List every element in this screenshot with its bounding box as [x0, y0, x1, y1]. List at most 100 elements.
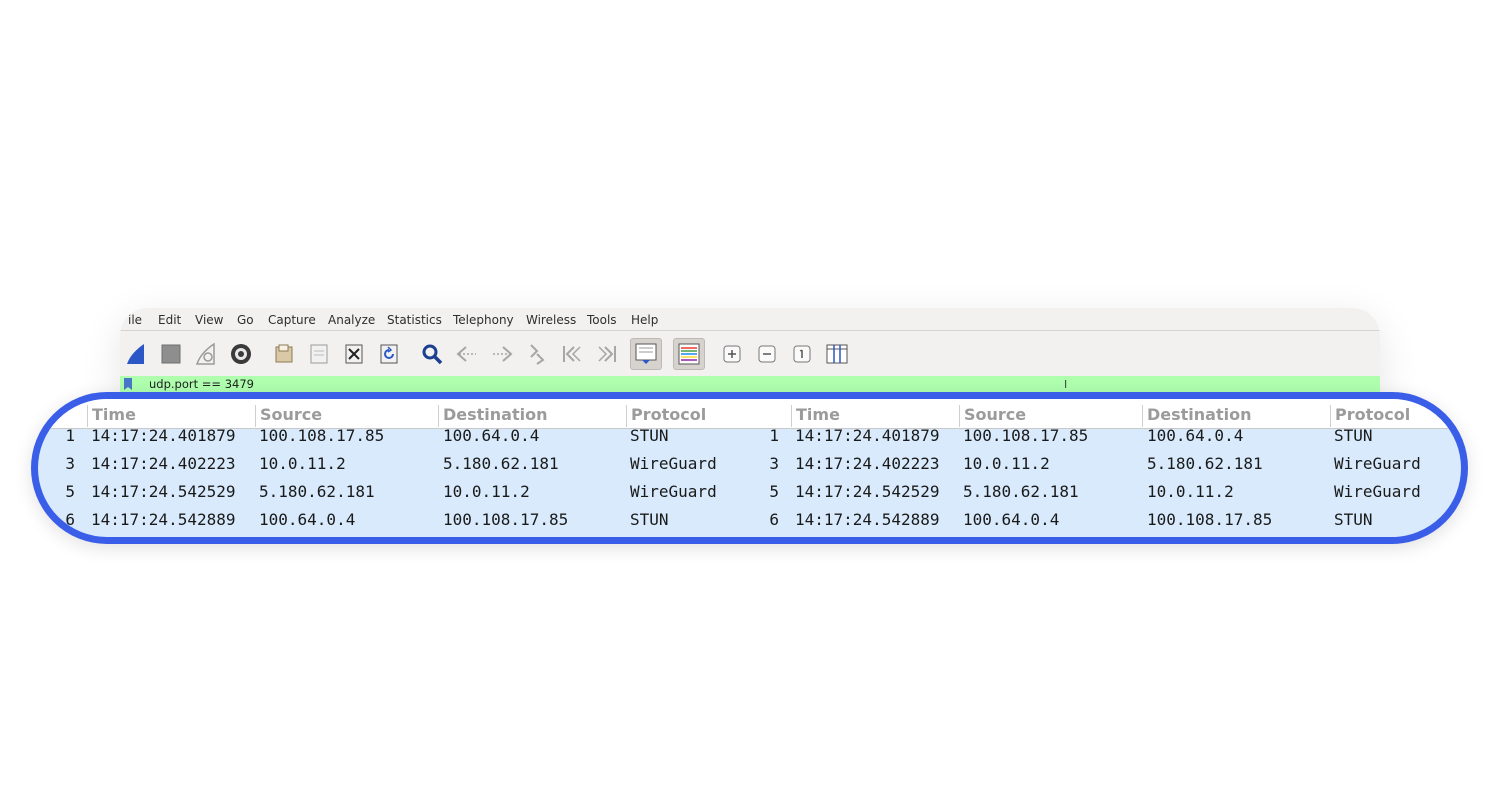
packet-destination: 100.64.0.4: [1147, 426, 1244, 445]
menu-file[interactable]: ile: [128, 313, 142, 327]
display-filter-bar[interactable]: udp.port == 3479 I: [120, 376, 1380, 392]
capture-options-gear-icon: [231, 344, 251, 364]
packet-time: 14:17:24.542529: [91, 482, 236, 501]
packet-source: 100.64.0.4: [963, 510, 1060, 529]
packet-number: 6: [769, 510, 779, 529]
menu-telephony[interactable]: Telephony: [453, 313, 514, 327]
column-header-protocol[interactable]: Protocol: [1330, 405, 1461, 427]
resize-columns-icon: [826, 344, 848, 364]
menu-help[interactable]: Help: [631, 313, 658, 327]
packet-time: 14:17:24.401879: [91, 426, 236, 445]
reload-file-button[interactable]: [373, 338, 405, 370]
go-back-button[interactable]: [451, 338, 483, 370]
save-file-button[interactable]: [303, 338, 335, 370]
packet-protocol: WireGuard: [1334, 454, 1421, 473]
packet-protocol: STUN: [630, 426, 669, 445]
colorize-button[interactable]: [673, 338, 705, 370]
packet-number: 1: [65, 426, 75, 445]
start-capture-button[interactable]: [120, 338, 152, 370]
packet-source: 100.64.0.4: [259, 510, 356, 529]
display-filter-input[interactable]: udp.port == 3479: [149, 377, 254, 391]
menu-edit[interactable]: Edit: [158, 313, 181, 327]
zoom-out-icon: [758, 345, 776, 363]
packet-source: 5.180.62.181: [963, 482, 1079, 501]
packet-time: 14:17:24.401879: [795, 426, 940, 445]
packet-source: 100.108.17.85: [259, 426, 385, 445]
column-header-destination[interactable]: Destination: [1142, 405, 1329, 427]
packet-row[interactable]: 6 14:17:24.542889 100.64.0.4 100.108.17.85 S…: [38, 509, 1461, 537]
packet-row[interactable]: 3 14:17:24.402223 10.0.11.2 5.180.62.181 Wir…: [38, 453, 1461, 481]
bookmark-icon[interactable]: [123, 377, 133, 391]
packet-number: 5: [65, 482, 75, 501]
last-packet-button[interactable]: [591, 338, 623, 370]
column-header-time[interactable]: Time: [87, 405, 254, 427]
restart-fin-icon: [195, 342, 215, 365]
restart-capture-button[interactable]: [190, 338, 222, 370]
menu-go[interactable]: Go: [237, 313, 254, 327]
packet-source: 5.180.62.181: [259, 482, 375, 501]
column-header-source[interactable]: Source: [255, 405, 438, 427]
packet-row[interactable]: 5 14:17:24.542529 5.180.62.181 10.0.11.2 Wir…: [38, 481, 1461, 509]
packet-number: 6: [65, 510, 75, 529]
column-header-destination[interactable]: Destination: [438, 405, 625, 427]
shark-fin-start-icon: [127, 344, 144, 364]
auto-scroll-button[interactable]: [630, 338, 662, 370]
first-packet-button[interactable]: [556, 338, 588, 370]
packet-source: 10.0.11.2: [259, 454, 346, 473]
menu-capture[interactable]: Capture: [268, 313, 316, 327]
last-packet-icon: [598, 346, 616, 362]
packet-destination: 100.64.0.4: [443, 426, 540, 445]
menu-analyze[interactable]: Analyze: [328, 313, 375, 327]
stop-capture-button[interactable]: [155, 338, 187, 370]
column-header-source[interactable]: Source: [959, 405, 1142, 427]
packet-number: 1: [769, 426, 779, 445]
zoom-in-button[interactable]: [716, 338, 748, 370]
packet-destination: 100.108.17.85: [1147, 510, 1273, 529]
packet-time: 14:17:24.542529: [795, 482, 940, 501]
resize-columns-button[interactable]: [821, 338, 853, 370]
find-packet-icon: [422, 344, 443, 365]
close-file-button[interactable]: [338, 338, 370, 370]
menu-statistics[interactable]: Statistics: [387, 313, 442, 327]
zoom-out-button[interactable]: [751, 338, 783, 370]
packet-source: 100.108.17.85: [963, 426, 1089, 445]
auto-scroll-icon: [635, 343, 657, 364]
go-forward-icon: [493, 346, 513, 362]
column-header-protocol[interactable]: Protocol: [626, 405, 790, 427]
close-file-icon: [345, 344, 363, 364]
packet-protocol: STUN: [630, 510, 669, 529]
go-to-packet-icon: [530, 344, 545, 365]
packet-destination: 100.108.17.85: [443, 510, 569, 529]
colorize-icon: [678, 343, 700, 365]
packet-destination: 5.180.62.181: [443, 454, 559, 473]
column-header-time[interactable]: Time: [791, 405, 958, 427]
main-toolbar: [120, 332, 1380, 378]
go-forward-button[interactable]: [486, 338, 518, 370]
packet-time: 14:17:24.402223: [795, 454, 940, 473]
packet-protocol: STUN: [1334, 510, 1373, 529]
menu-view[interactable]: View: [195, 313, 223, 327]
zoom-in-icon: [723, 345, 741, 363]
text-cursor-icon: I: [1064, 378, 1068, 391]
packet-source: 10.0.11.2: [963, 454, 1050, 473]
normal-size-button[interactable]: [786, 338, 818, 370]
packet-number: 5: [769, 482, 779, 501]
packet-destination: 5.180.62.181: [1147, 454, 1263, 473]
open-file-button[interactable]: [268, 338, 300, 370]
menu-wireless[interactable]: Wireless: [526, 313, 576, 327]
packet-number: 3: [769, 454, 779, 473]
find-packet-button[interactable]: [416, 338, 448, 370]
go-to-packet-button[interactable]: [521, 338, 553, 370]
first-packet-icon: [563, 346, 581, 362]
normal-size-icon: [793, 345, 811, 363]
packet-protocol: WireGuard: [630, 454, 717, 473]
packet-row[interactable]: 1 14:17:24.401879 100.108.17.85 100.64.0.4 S…: [38, 425, 1461, 453]
open-file-icon: [275, 344, 293, 363]
packet-time: 14:17:24.402223: [91, 454, 236, 473]
stop-square-icon: [161, 344, 181, 364]
packet-destination: 10.0.11.2: [1147, 482, 1234, 501]
packet-time: 14:17:24.542889: [795, 510, 940, 529]
capture-options-button[interactable]: [225, 338, 257, 370]
packet-protocol: STUN: [1334, 426, 1373, 445]
menu-tools[interactable]: Tools: [587, 313, 617, 327]
